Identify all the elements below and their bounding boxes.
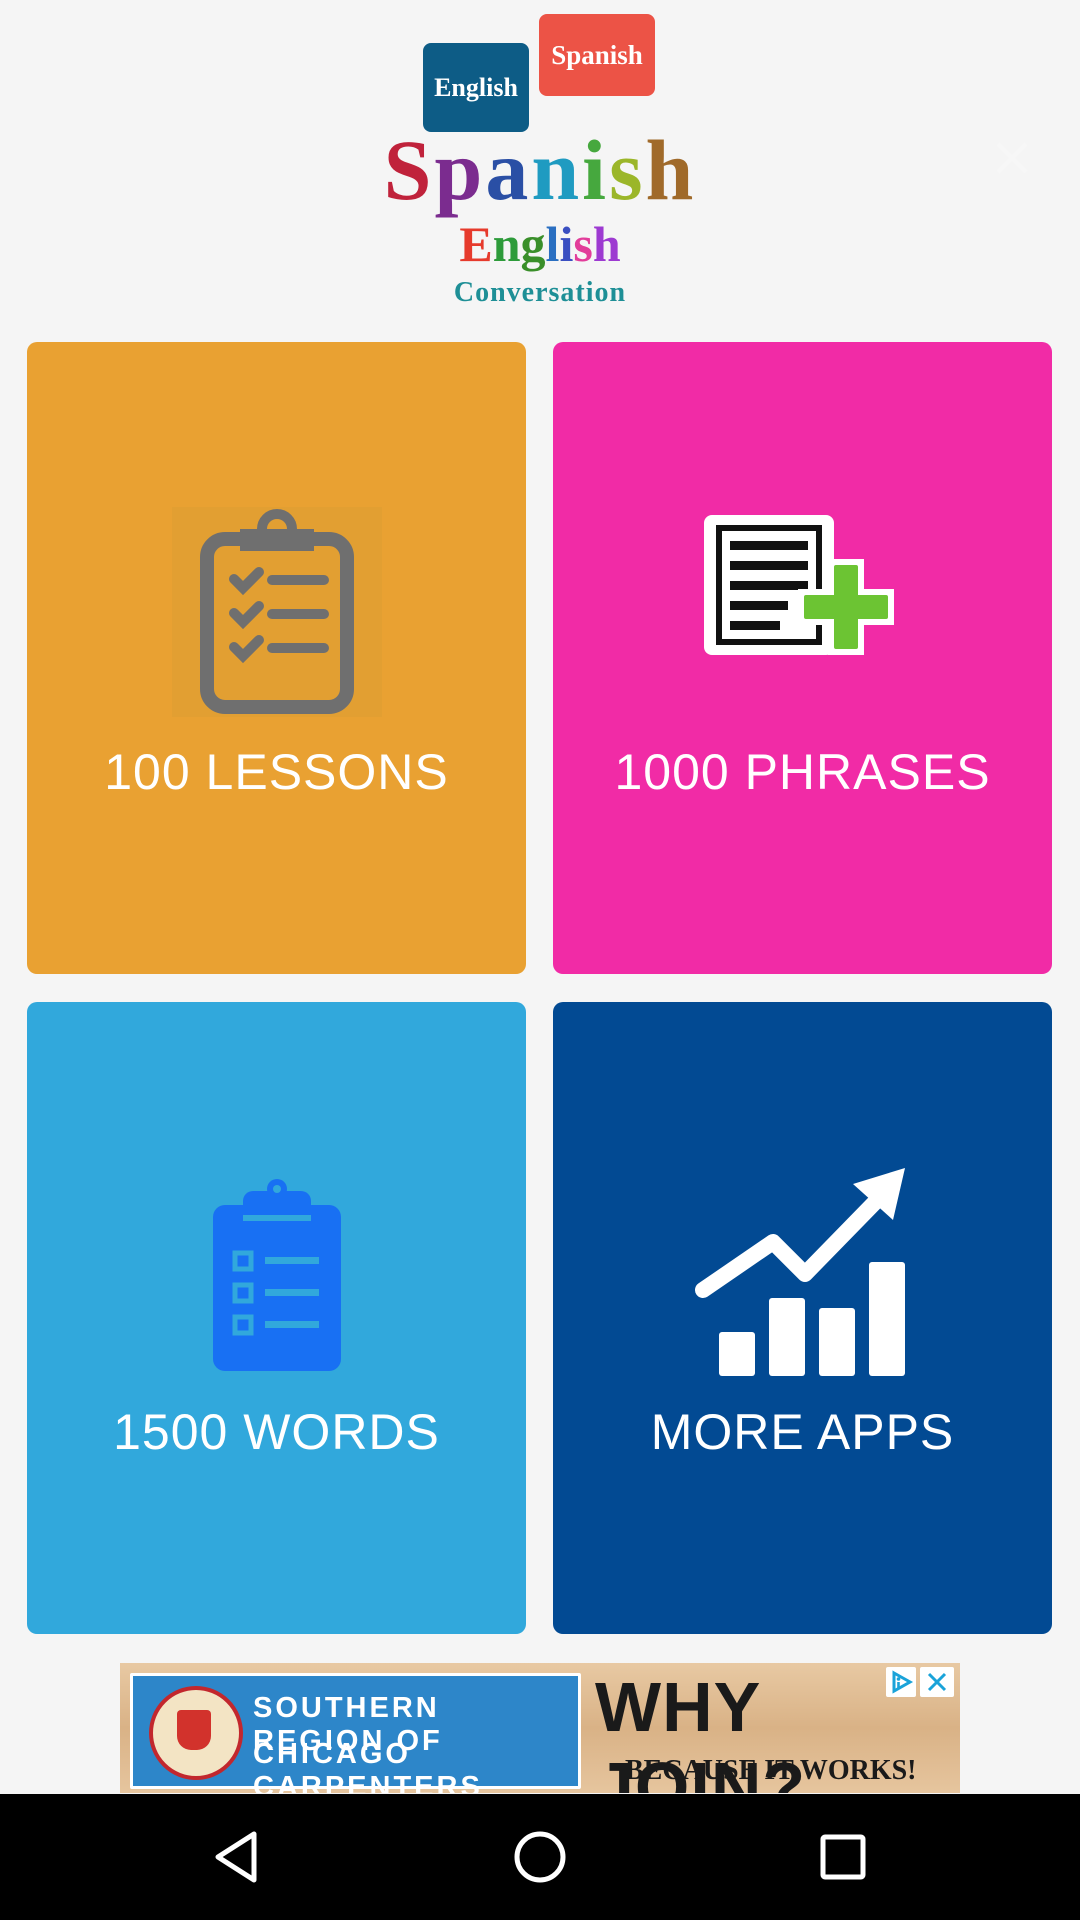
ad-choices-icon[interactable] xyxy=(886,1667,916,1697)
logo-english-letter: n xyxy=(492,216,521,272)
spanish-flag-badge: Spanish xyxy=(539,14,655,96)
ad-tagline: BECAUSE IT WORKS! xyxy=(625,1755,917,1786)
more-apps-tile[interactable]: MORE APPS xyxy=(553,1002,1052,1634)
logo-spanish-letter: p xyxy=(434,122,486,218)
logo-english-letter: h xyxy=(592,216,621,272)
more-apps-label: MORE APPS xyxy=(650,1404,955,1460)
words-tile[interactable]: 1500 WORDS xyxy=(27,1002,526,1634)
clipboard-checklist-icon xyxy=(171,507,382,717)
logo-spanish-letter: S xyxy=(383,122,435,218)
back-icon[interactable] xyxy=(204,1822,274,1892)
logo-english-letter: E xyxy=(459,216,493,272)
document-add-icon xyxy=(703,515,894,655)
logo-title-spanish: Spanish xyxy=(0,120,1080,220)
logo-spanish-letter: i xyxy=(582,122,610,218)
phrases-tile[interactable]: 1000 PHRASES xyxy=(553,342,1052,974)
logo-spanish-letter: h xyxy=(645,122,697,218)
phrases-label: 1000 PHRASES xyxy=(614,744,991,800)
ad-close-icon[interactable] xyxy=(920,1667,954,1697)
ad-panel: SOUTHERN REGION OF CHICAGO CARPENTERS xyxy=(130,1673,581,1793)
logo-english-letter: g xyxy=(520,216,546,272)
english-flag-badge: English xyxy=(423,43,529,132)
ad-line-2: CHICAGO CARPENTERS xyxy=(253,1738,483,1793)
words-label: 1500 WORDS xyxy=(113,1404,440,1460)
logo-subtitle: Conversation xyxy=(453,277,627,308)
clipboard-list-icon xyxy=(212,1179,341,1371)
logo-spanish-letter: s xyxy=(609,122,646,218)
recents-icon[interactable] xyxy=(808,1822,878,1892)
growth-chart-icon xyxy=(694,1168,905,1376)
logo-spanish-letter: n xyxy=(531,122,583,218)
home-icon[interactable] xyxy=(505,1822,575,1892)
app-logo: English Spanish Spanish English Conversa… xyxy=(0,0,1080,330)
logo-english-letter: i xyxy=(559,216,574,272)
logo-english-letter: s xyxy=(573,216,593,272)
navigation-bar xyxy=(0,1794,1080,1920)
lessons-tile[interactable]: 100 LESSONS xyxy=(27,342,526,974)
union-seal-icon xyxy=(149,1686,243,1780)
logo-title-english: English xyxy=(0,214,1080,274)
close-icon[interactable] xyxy=(992,138,1032,178)
lessons-label: 100 LESSONS xyxy=(104,744,449,800)
logo-english-letter: l xyxy=(545,216,560,272)
ad-banner[interactable]: SOUTHERN REGION OF CHICAGO CARPENTERS WH… xyxy=(120,1663,960,1793)
logo-spanish-letter: a xyxy=(485,122,532,218)
